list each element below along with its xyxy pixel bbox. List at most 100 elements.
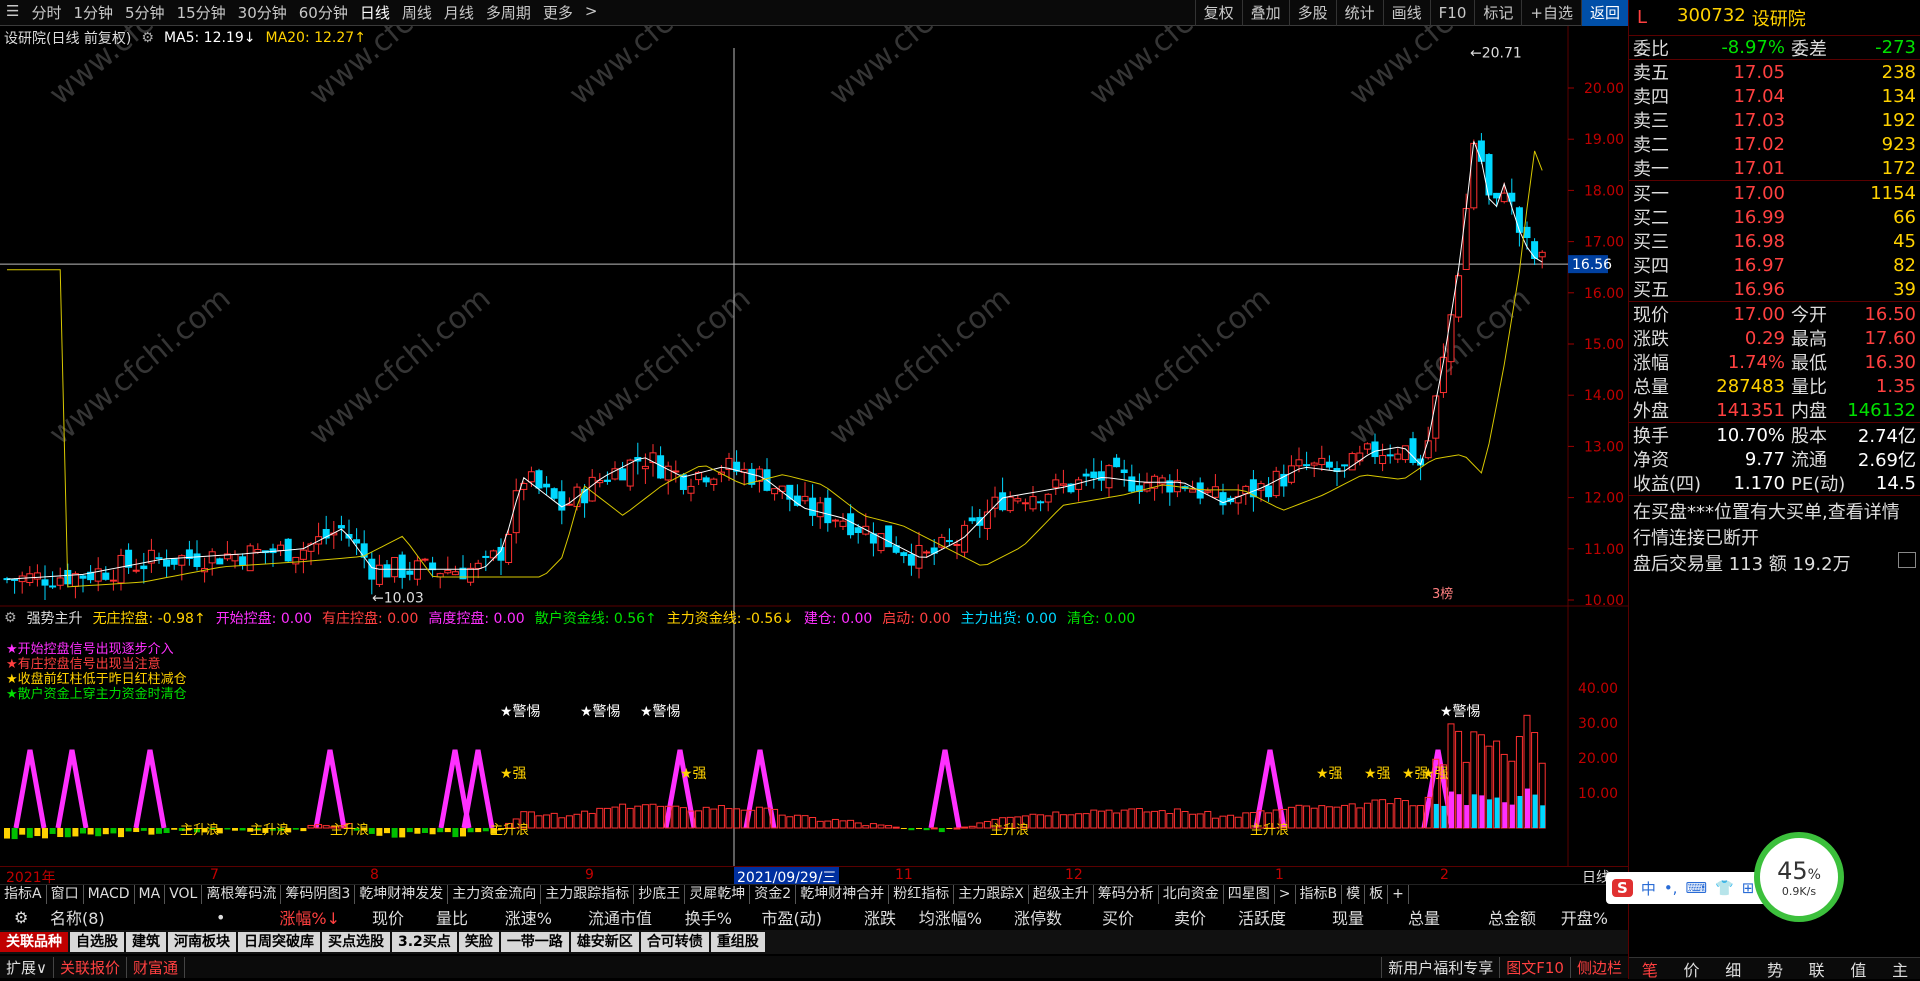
sheet-tab-5[interactable]: 买点选股 xyxy=(322,932,390,952)
ime-item-1[interactable]: 中 xyxy=(1641,878,1656,899)
ime-item-4[interactable]: 👕 xyxy=(1715,879,1734,897)
toolbar-button-2[interactable]: 多股 xyxy=(1288,0,1336,26)
indicator-tab-19[interactable]: 四星图 xyxy=(1224,885,1275,904)
indicator-tab-12[interactable]: 资金2 xyxy=(750,885,797,904)
kline-chart-area[interactable]: www.cfchi.com www.cfchi.com www.cfchi.com w… xyxy=(0,26,1628,866)
toolbar-button-6[interactable]: 标记 xyxy=(1474,0,1521,26)
col-header-15[interactable]: 总金额 xyxy=(1440,905,1536,929)
toolbar-button-8[interactable]: 返回 xyxy=(1580,0,1628,26)
col-header-1[interactable]: 现价 xyxy=(340,905,404,929)
indicator-tab-13[interactable]: 乾坤财神合并 xyxy=(796,885,890,904)
ime-item-3[interactable]: ⌨ xyxy=(1685,879,1707,897)
sheet-tab-6[interactable]: 3.2买点 xyxy=(392,932,457,952)
col-header-14[interactable]: 总量 xyxy=(1364,905,1440,929)
chevron-right-icon[interactable]: > xyxy=(579,2,604,23)
indicator-tab-11[interactable]: 灵犀乾坤 xyxy=(685,885,751,904)
toolbar-button-4[interactable]: 画线 xyxy=(1382,0,1430,26)
quote-tab-5[interactable]: 值 xyxy=(1850,957,1866,981)
period-tab-1[interactable]: 1分钟 xyxy=(67,2,119,23)
col-header-11[interactable]: 卖价 xyxy=(1134,905,1206,929)
quote-note-0[interactable]: 在买盘***位置有大买单,查看详情 xyxy=(1629,496,1920,523)
indicator-tab-9[interactable]: 主力跟踪指标 xyxy=(541,885,635,904)
toolbar-button-0[interactable]: 复权 xyxy=(1194,0,1242,26)
toolbar-button-7[interactable]: +自选 xyxy=(1521,0,1581,26)
indicator-tab-15[interactable]: 主力跟踪X xyxy=(954,885,1029,904)
indicator-tab-1[interactable]: 窗口 xyxy=(47,885,84,904)
status-left-1[interactable]: 关联报价 xyxy=(54,956,127,978)
period-tab-10[interactable]: 更多 xyxy=(537,2,579,23)
network-speed-gauge[interactable]: 45% 0.9K/s xyxy=(1754,832,1844,922)
period-tab-6[interactable]: 日线 xyxy=(354,2,396,23)
sheet-tab-8[interactable]: 一带一路 xyxy=(500,932,569,952)
period-tab-9[interactable]: 多周期 xyxy=(480,2,537,23)
col-header-5[interactable]: 换手% xyxy=(652,905,732,929)
status-right-2[interactable]: 侧边栏 xyxy=(1569,956,1628,978)
col-header-13[interactable]: 现量 xyxy=(1286,905,1364,929)
sheet-tab-0[interactable]: 关联品种 xyxy=(0,932,68,952)
col-header-7[interactable]: 涨跌 xyxy=(822,905,896,929)
indicator-tab-8[interactable]: 主力资金流向 xyxy=(448,885,542,904)
col-header-6[interactable]: 市盈(动) xyxy=(732,905,823,929)
indicator-tab-23[interactable]: 板 xyxy=(1365,885,1389,904)
col-header-16[interactable]: 开盘% xyxy=(1536,905,1608,929)
indicator-tab-20[interactable]: > xyxy=(1275,885,1296,904)
period-tab-3[interactable]: 15分钟 xyxy=(171,2,232,23)
ime-item-5[interactable]: ⊞ xyxy=(1742,879,1755,897)
status-left-2[interactable]: 财富通 xyxy=(127,956,186,978)
sheet-tab-3[interactable]: 河南板块 xyxy=(168,932,236,952)
sheet-tab-2[interactable]: 建筑 xyxy=(126,932,166,952)
sheet-tab-1[interactable]: 自选股 xyxy=(70,932,124,952)
col-header-0[interactable]: 涨幅%↓ xyxy=(256,905,340,929)
toolbar-button-1[interactable]: 叠加 xyxy=(1241,0,1289,26)
quote-tab-1[interactable]: 价 xyxy=(1684,957,1700,981)
list-settings-icon[interactable]: ⚙ xyxy=(0,908,40,927)
quote-tab-2[interactable]: 细 xyxy=(1725,957,1741,981)
sheet-tab-11[interactable]: 重组股 xyxy=(710,932,765,952)
quote-tab-3[interactable]: 势 xyxy=(1767,957,1783,981)
status-left-0[interactable]: 扩展∨ xyxy=(0,956,54,978)
chart-settings-icon[interactable]: ⚙ xyxy=(141,30,154,46)
col-header-8[interactable]: 均涨幅% xyxy=(896,905,982,929)
panel-toggle-icon[interactable] xyxy=(1898,552,1916,568)
quote-tab-6[interactable]: 主 xyxy=(1892,957,1908,981)
indicator-tab-16[interactable]: 超级主升 xyxy=(1029,885,1094,904)
indicator-name[interactable]: 强势主升 xyxy=(27,608,83,628)
sheet-tab-4[interactable]: 日周突破库 xyxy=(238,932,320,952)
indicator-tab-14[interactable]: 粉红指标 xyxy=(889,885,955,904)
indicator-tab-17[interactable]: 筹码分析 xyxy=(1094,885,1159,904)
col-header-4[interactable]: 流通市值 xyxy=(552,905,652,929)
sheet-tab-7[interactable]: 笑脸 xyxy=(458,932,499,952)
indicator-tab-10[interactable]: 抄底王 xyxy=(634,885,686,904)
period-tab-7[interactable]: 周线 xyxy=(396,2,438,23)
toolbar-button-3[interactable]: 统计 xyxy=(1335,0,1383,26)
indicator-tab-5[interactable]: 离根筹码流 xyxy=(202,885,282,904)
indicator-tab-21[interactable]: 指标B xyxy=(1296,885,1343,904)
indicator-tab-22[interactable]: 模 xyxy=(1342,885,1366,904)
period-tab-5[interactable]: 60分钟 xyxy=(293,2,354,23)
indicator-tab-3[interactable]: MA xyxy=(135,885,166,904)
indicator-tab-2[interactable]: MACD xyxy=(84,885,135,904)
indicator-tab-24[interactable]: + xyxy=(1388,885,1409,904)
col-header-12[interactable]: 活跃度 xyxy=(1206,905,1286,929)
toolbar-menu-icon[interactable]: ☰ xyxy=(0,2,25,23)
col-header-2[interactable]: 量比 xyxy=(404,905,468,929)
indicator-settings-icon[interactable]: ⚙ xyxy=(4,610,17,626)
sheet-tab-10[interactable]: 合可转债 xyxy=(640,932,709,952)
period-tab-8[interactable]: 月线 xyxy=(438,2,480,23)
indicator-tab-18[interactable]: 北向资金 xyxy=(1159,885,1224,904)
period-tab-0[interactable]: 分时 xyxy=(25,2,67,23)
toolbar-button-5[interactable]: F10 xyxy=(1429,0,1475,26)
indicator-tab-0[interactable]: 指标A xyxy=(0,885,47,904)
ime-item-2[interactable]: •, xyxy=(1664,879,1678,897)
indicator-tab-4[interactable]: VOL xyxy=(165,885,203,904)
sheet-tab-9[interactable]: 雄安新区 xyxy=(570,932,639,952)
indicator-tab-6[interactable]: 筹码阴图3 xyxy=(281,885,356,904)
indicator-tab-7[interactable]: 乾坤财神发发 xyxy=(355,885,449,904)
status-right-0[interactable]: 新用户福利专享 xyxy=(1381,956,1499,978)
period-tab-2[interactable]: 5分钟 xyxy=(119,2,171,23)
col-header-3[interactable]: 涨速% xyxy=(468,905,552,929)
col-header-9[interactable]: 涨停数 xyxy=(982,905,1062,929)
period-tab-4[interactable]: 30分钟 xyxy=(232,2,293,23)
status-right-1[interactable]: 图文F10 xyxy=(1499,956,1570,978)
quote-tab-0[interactable]: 笔 xyxy=(1642,957,1658,981)
